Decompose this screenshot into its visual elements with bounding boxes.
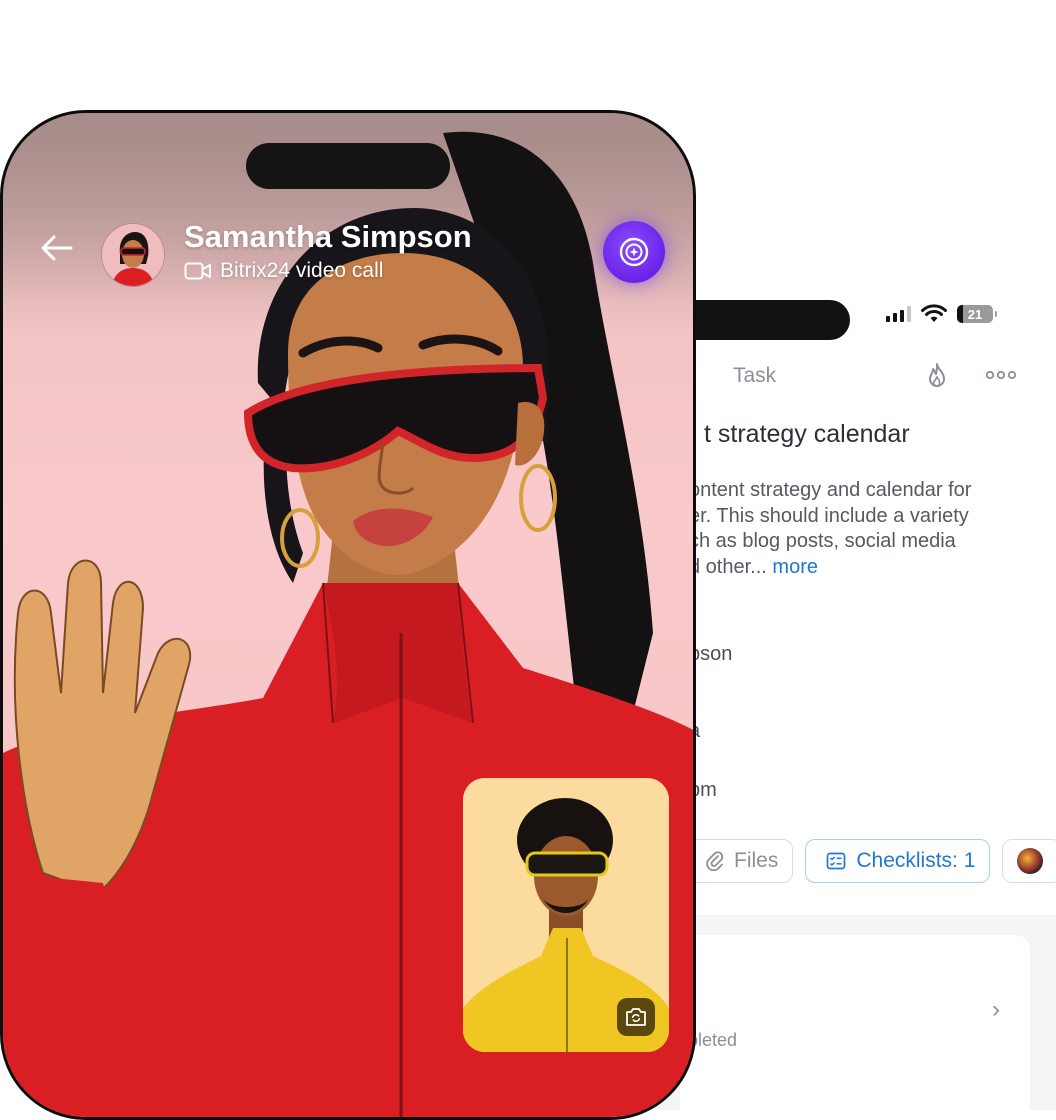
call-type-label: Bitrix24 video call (220, 259, 384, 282)
description-line: er. This should include a variety (689, 504, 969, 527)
call-type: Bitrix24 video call (184, 259, 383, 283)
header-title: Task (733, 364, 777, 387)
chevron-right-icon[interactable]: › (992, 996, 1000, 1024)
checklists-chip[interactable]: Checklists: 1 (805, 839, 991, 883)
files-chip[interactable]: Files (685, 839, 794, 883)
dynamic-island (246, 143, 450, 189)
ai-assistant-icon (619, 237, 649, 267)
avatar (102, 224, 164, 286)
more-link[interactable]: more (772, 556, 818, 578)
task-chips: Files Checklists: 1 (685, 839, 1056, 883)
paperclip-icon (706, 851, 724, 871)
files-label: Files (734, 849, 779, 872)
more-options-icon[interactable] (986, 368, 1016, 382)
battery-icon: 21 (957, 305, 997, 323)
signal-icon (886, 306, 911, 322)
back-arrow-icon[interactable] (39, 233, 75, 263)
description-text: d other... (689, 555, 767, 578)
caller-avatar[interactable] (101, 223, 165, 287)
description-line: d other... more (689, 555, 1029, 581)
avatar (1017, 848, 1044, 874)
self-view[interactable] (463, 778, 669, 1052)
camera-switch-button[interactable] (617, 998, 655, 1036)
participants-chip[interactable] (1002, 839, 1056, 883)
caller-name: Samantha Simpson (184, 219, 472, 254)
task-title: t strategy calendar (704, 420, 910, 448)
wifi-icon (921, 304, 947, 322)
battery-level: 21 (967, 306, 983, 322)
ai-assistant-button[interactable] (603, 221, 665, 283)
camera-switch-icon (626, 1008, 646, 1026)
checklist-card[interactable] (680, 935, 1030, 1110)
checklists-label: Checklists: 1 (856, 849, 976, 872)
checklist-icon (826, 852, 846, 870)
video-call-screen: Samantha Simpson Bitrix24 video call (0, 110, 696, 1120)
status-bar: 21 (886, 304, 997, 324)
description-line: ontent strategy and calendar for (689, 479, 972, 501)
task-description: ontent strategy and calendar for er. Thi… (689, 478, 1029, 580)
description-line: ch as blog posts, social media (689, 530, 956, 552)
fire-icon[interactable] (925, 362, 949, 390)
video-camera-icon (184, 262, 211, 280)
